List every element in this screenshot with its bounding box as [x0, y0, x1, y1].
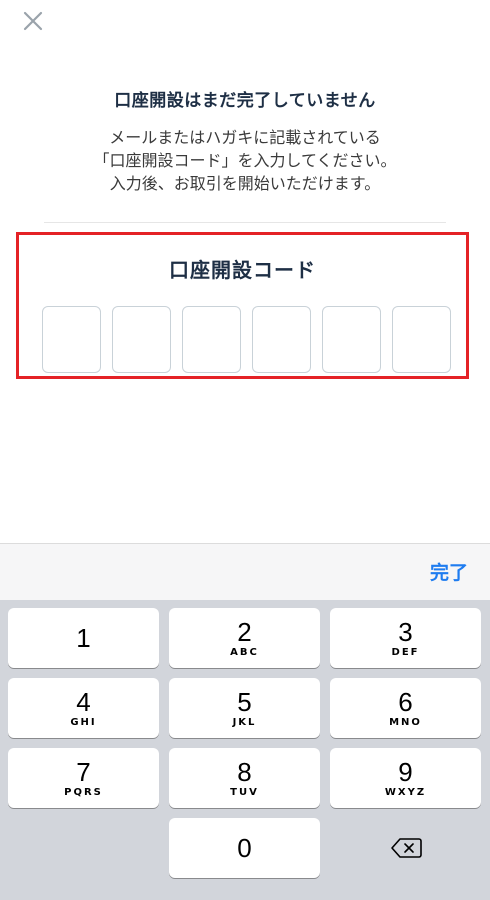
- key-3-letters: DEF: [391, 647, 420, 658]
- key-7-number: 7: [76, 757, 91, 787]
- page-title: 口座開設はまだ完了していません: [114, 91, 376, 111]
- key-3[interactable]: 3 DEF: [330, 608, 481, 668]
- code-digit-inputs: [42, 306, 451, 373]
- instruction-line-2: 「口座開設コード」を入力してください。: [93, 151, 397, 170]
- keyboard-toolbar: 完了: [0, 543, 490, 600]
- key-2[interactable]: 2 ABC: [169, 608, 320, 668]
- key-7[interactable]: 7 PQRS: [8, 748, 159, 808]
- numeric-keypad: 1 2 ABC 3 DEF 4 GHI 5 JKL 6 MNO 7 PQRS 8…: [0, 600, 490, 900]
- code-digit-1[interactable]: [42, 306, 101, 373]
- key-4-letters: GHI: [70, 717, 97, 728]
- key-6-letters: MNO: [389, 717, 422, 728]
- key-2-number: 2: [237, 617, 252, 647]
- key-5-number: 5: [237, 687, 252, 717]
- key-1[interactable]: 1: [8, 608, 159, 668]
- key-9[interactable]: 9 WXYZ: [330, 748, 481, 808]
- code-digit-6[interactable]: [392, 306, 451, 373]
- key-0-number: 0: [237, 833, 252, 863]
- key-5[interactable]: 5 JKL: [169, 678, 320, 738]
- close-icon: [23, 11, 43, 31]
- instruction-text: メールまたはハガキに記載されている 「口座開設コード」を入力してください。 入力…: [0, 126, 490, 195]
- key-5-letters: JKL: [232, 717, 257, 728]
- code-entry-section: 口座開設コード: [16, 232, 469, 379]
- key-2-letters: ABC: [230, 647, 259, 658]
- key-8-letters: TUV: [230, 787, 259, 798]
- close-button[interactable]: [18, 6, 48, 36]
- done-button[interactable]: 完了: [430, 558, 468, 585]
- divider: [44, 222, 446, 223]
- code-digit-2[interactable]: [112, 306, 171, 373]
- instruction-line-3: 入力後、お取引を開始いただけます。: [109, 174, 381, 193]
- key-4-number: 4: [76, 687, 91, 717]
- key-6-number: 6: [398, 687, 413, 717]
- delete-key[interactable]: [330, 818, 481, 878]
- key-6[interactable]: 6 MNO: [330, 678, 481, 738]
- key-0[interactable]: 0: [169, 818, 320, 878]
- instruction-line-1: メールまたはハガキに記載されている: [109, 128, 381, 147]
- key-9-letters: WXYZ: [384, 787, 427, 798]
- key-8[interactable]: 8 TUV: [169, 748, 320, 808]
- code-digit-3[interactable]: [182, 306, 241, 373]
- code-digit-5[interactable]: [322, 306, 381, 373]
- key-1-number: 1: [76, 623, 91, 653]
- key-3-number: 3: [398, 617, 413, 647]
- key-4[interactable]: 4 GHI: [8, 678, 159, 738]
- key-7-letters: PQRS: [64, 787, 103, 798]
- code-digit-4[interactable]: [252, 306, 311, 373]
- key-9-number: 9: [398, 757, 413, 787]
- key-8-number: 8: [237, 757, 252, 787]
- code-entry-title: 口座開設コード: [169, 258, 316, 282]
- backspace-icon: [390, 838, 422, 858]
